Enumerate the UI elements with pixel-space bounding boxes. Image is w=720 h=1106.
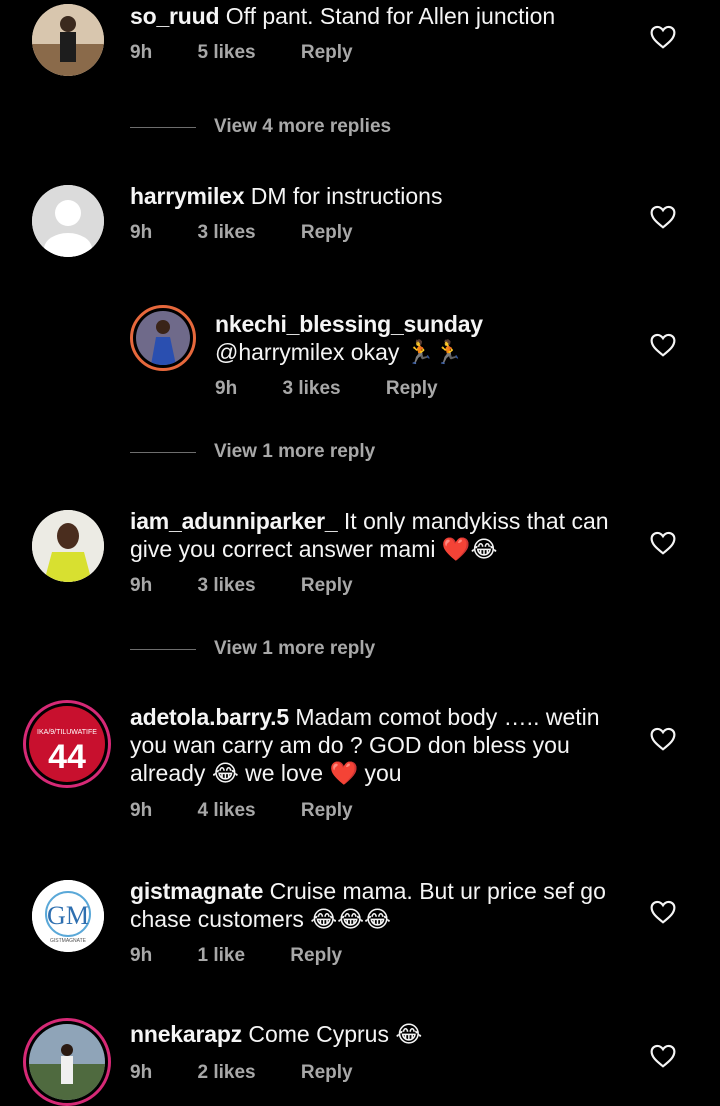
comment-likes[interactable]: 2 likes: [197, 1062, 255, 1083]
view-more-replies[interactable]: View 4 more replies: [130, 116, 530, 140]
comment-likes[interactable]: 1 like: [197, 945, 245, 966]
heart-outline-icon[interactable]: [650, 727, 676, 751]
comment-likes[interactable]: 3 likes: [197, 575, 255, 596]
comment-username[interactable]: adetola.barry.5: [130, 704, 289, 730]
avatar[interactable]: [32, 510, 104, 582]
avatar[interactable]: [32, 185, 104, 257]
reply-button[interactable]: Reply: [301, 575, 353, 596]
logo-text: GM: [47, 901, 89, 930]
reply-button[interactable]: Reply: [301, 42, 353, 63]
avatar-photo-icon: [136, 311, 190, 365]
view-more-replies[interactable]: View 1 more reply: [130, 441, 530, 465]
heart-outline-icon[interactable]: [650, 205, 676, 229]
reply-button[interactable]: Reply: [301, 222, 353, 243]
comment-username[interactable]: gistmagnate: [130, 878, 263, 904]
comment-text-line: Madam comot body ….. wetin: [295, 704, 600, 730]
avatar[interactable]: [32, 4, 104, 76]
comment-time: 9h: [130, 42, 153, 63]
view-more-replies-label: View 4 more replies: [214, 116, 392, 137]
jersey-name-text: IKA/9/TILUWATIFE: [37, 729, 97, 736]
reply-button[interactable]: Reply: [290, 945, 342, 966]
view-more-replies[interactable]: View 1 more reply: [130, 638, 530, 662]
comment-username[interactable]: nnekarapz: [130, 1021, 242, 1047]
comment-likes[interactable]: 4 likes: [197, 800, 255, 821]
heart-outline-icon[interactable]: [650, 25, 676, 49]
comment-text-line: already 😂 we love ❤️ you: [130, 760, 402, 786]
avatar-photo-icon: [32, 510, 104, 582]
heart-outline-icon[interactable]: [650, 531, 676, 555]
comment-time: 9h: [130, 800, 153, 821]
divider-line: [130, 649, 196, 650]
heart-outline-icon[interactable]: [650, 900, 676, 924]
comment-time: 9h: [130, 945, 153, 966]
jersey-avatar-icon: IKA/9/TILUWATIFE 44: [29, 706, 105, 782]
comment-text: Come Cyprus 😂: [248, 1021, 423, 1047]
avatar[interactable]: IKA/9/TILUWATIFE 44: [23, 700, 111, 788]
comment-username[interactable]: iam_adunniparker_: [130, 508, 338, 534]
default-avatar-icon: [32, 185, 104, 257]
view-more-replies-label: View 1 more reply: [214, 638, 376, 659]
divider-line: [130, 452, 196, 453]
comment-text: @harrymilex okay 🏃🏃: [215, 339, 464, 365]
comment-likes[interactable]: 3 likes: [282, 378, 340, 399]
avatar[interactable]: GM GISTMAGNATE: [32, 880, 104, 952]
comment-username[interactable]: so_ruud: [130, 3, 220, 29]
view-more-replies-label: View 1 more reply: [214, 441, 376, 462]
comment-likes[interactable]: 5 likes: [197, 42, 255, 63]
comment-text-line: chase customers 😂😂😂: [130, 906, 391, 932]
comment-time: 9h: [130, 575, 153, 596]
avatar-photo-icon: [32, 4, 104, 76]
comment-time: 9h: [130, 1062, 153, 1083]
logo-subtext: GISTMAGNATE: [50, 938, 87, 944]
jersey-number-text: 44: [48, 738, 86, 776]
divider-line: [130, 127, 196, 128]
comment-text-line: It only mandykiss that can: [343, 508, 609, 534]
comment-text-line: Cruise mama. But ur price sef go: [269, 878, 606, 904]
comment-text: Off pant. Stand for Allen junction: [225, 3, 556, 29]
comment-likes[interactable]: 3 likes: [197, 222, 255, 243]
comment-text: DM for instructions: [250, 183, 443, 209]
avatar[interactable]: [130, 305, 196, 371]
gistmagnate-logo-icon: GM GISTMAGNATE: [32, 880, 104, 952]
comment-username[interactable]: nkechi_blessing_sunday: [215, 310, 483, 338]
reply-button[interactable]: Reply: [301, 1062, 353, 1083]
comment-time: 9h: [215, 378, 238, 399]
heart-outline-icon[interactable]: [650, 1044, 676, 1068]
reply-button[interactable]: Reply: [386, 378, 438, 399]
comment-username[interactable]: harrymilex: [130, 183, 245, 209]
comment-time: 9h: [130, 222, 153, 243]
heart-outline-icon[interactable]: [650, 333, 676, 357]
reply-button[interactable]: Reply: [301, 800, 353, 821]
avatar-photo-icon: [29, 1024, 105, 1100]
comment-text-line: give you correct answer mami ❤️😂: [130, 536, 498, 562]
comment-text-line: you wan carry am do ? GOD don bless you: [130, 732, 570, 758]
